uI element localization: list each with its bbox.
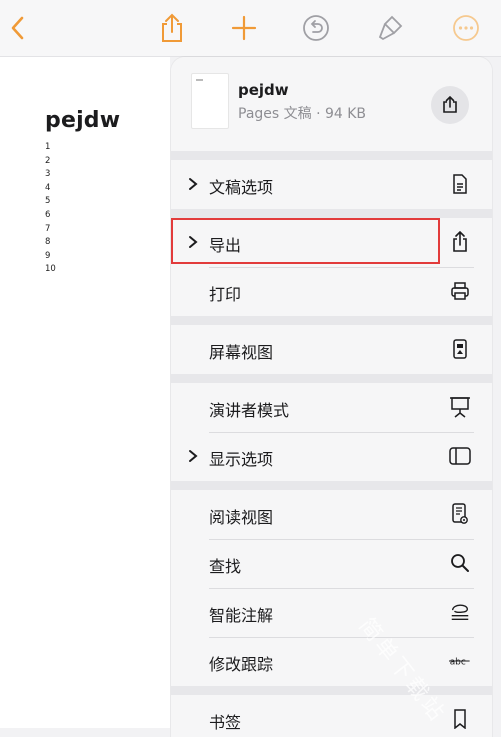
- document-line: 2: [45, 155, 51, 166]
- paintbrush-icon[interactable]: [374, 12, 406, 44]
- menu-item-reading-view[interactable]: 阅读视图: [171, 490, 492, 539]
- menu-item-label: 书签: [209, 713, 242, 732]
- document-line: 6: [45, 209, 51, 220]
- document-icon: [449, 173, 471, 195]
- document-title: pejdw: [45, 108, 121, 133]
- menu-item-screen-view[interactable]: 屏幕视图: [171, 325, 492, 374]
- document-thumbnail: [191, 73, 229, 129]
- menu-item-label: 智能注解: [209, 606, 274, 625]
- more-menu-popover: pejdw Pages 文稿 · 94 KB 文稿选项 导出 打印 屏幕视图 演…: [171, 57, 492, 737]
- svg-text:abc: abc: [450, 657, 466, 667]
- document-line: 7: [45, 223, 51, 234]
- document-line: 1: [45, 142, 51, 152]
- document-line: 8: [45, 237, 51, 248]
- file-meta: Pages 文稿 · 94 KB: [238, 106, 367, 122]
- menu-item-export[interactable]: 导出: [171, 218, 492, 267]
- bookmark-icon: [449, 708, 471, 730]
- document-line: 5: [45, 196, 51, 207]
- smart-annotation-icon: [449, 601, 471, 623]
- menu-item-label: 文稿选项: [209, 178, 274, 197]
- track-changes-icon: abc: [449, 650, 471, 672]
- back-chevron-icon[interactable]: [2, 12, 34, 44]
- printer-icon: [449, 280, 471, 302]
- menu-item-display-options[interactable]: 显示选项: [171, 432, 492, 481]
- menu-item-label: 屏幕视图: [209, 343, 274, 362]
- screen-view-icon: [449, 338, 471, 360]
- file-name: pejdw: [238, 81, 289, 99]
- chevron-right-icon: [189, 450, 198, 462]
- menu-item-document-options[interactable]: 文稿选项: [171, 160, 492, 209]
- document-line: 10: [45, 264, 56, 275]
- file-info-header: pejdw Pages 文稿 · 94 KB: [171, 57, 492, 151]
- share-icon[interactable]: [156, 12, 188, 44]
- document-canvas[interactable]: [0, 57, 170, 728]
- chevron-right-icon: [189, 236, 198, 248]
- sidebar-icon: [449, 445, 471, 467]
- search-icon: [449, 552, 471, 574]
- menu-item-label: 打印: [209, 285, 242, 304]
- more-icon[interactable]: [450, 12, 482, 44]
- menu-item-print[interactable]: 打印: [171, 267, 492, 316]
- share-icon: [443, 96, 457, 113]
- menu-item-label: 导出: [209, 236, 242, 255]
- share-icon: [449, 231, 471, 253]
- presentation-icon: [449, 396, 471, 418]
- undo-icon[interactable]: [300, 12, 332, 44]
- menu-item-find[interactable]: 查找: [171, 539, 492, 588]
- document-line: 9: [45, 250, 51, 261]
- menu-item-label: 显示选项: [209, 450, 274, 469]
- chevron-right-icon: [189, 178, 198, 190]
- document-line: 3: [45, 169, 51, 180]
- menu-item-label: 修改跟踪: [209, 655, 274, 674]
- menu-item-track-changes[interactable]: 修改跟踪 abc: [171, 637, 492, 686]
- menu-item-label: 查找: [209, 557, 242, 576]
- top-toolbar: [0, 0, 501, 57]
- plus-icon[interactable]: [228, 12, 260, 44]
- menu-item-bookmarks[interactable]: 书签: [171, 695, 492, 737]
- menu-item-label: 演讲者模式: [209, 401, 290, 420]
- document-lines: 1 2 3 4 5 6 7 8 9 10: [45, 141, 56, 277]
- share-file-button[interactable]: [431, 86, 469, 124]
- menu-item-presenter-mode[interactable]: 演讲者模式: [171, 383, 492, 432]
- reading-view-icon: [449, 503, 471, 525]
- document-line: 4: [45, 182, 51, 193]
- menu-item-smart-annotation[interactable]: 智能注解: [171, 588, 492, 637]
- menu-item-label: 阅读视图: [209, 508, 274, 527]
